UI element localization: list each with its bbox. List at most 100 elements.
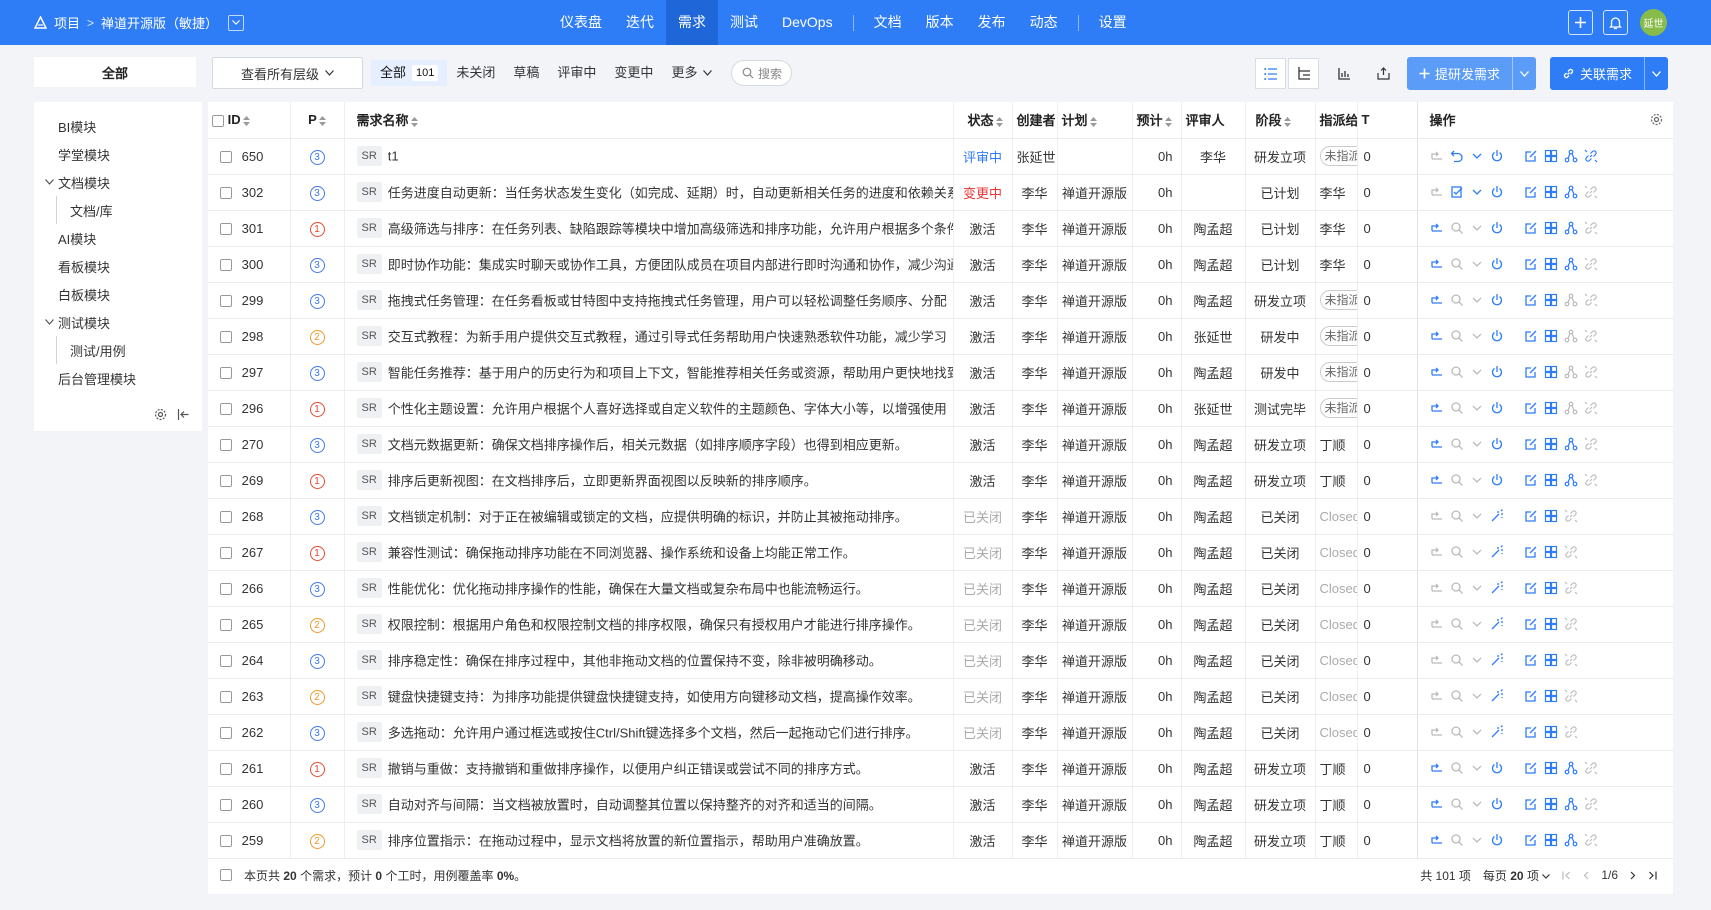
row-id[interactable]: 264 xyxy=(242,653,264,668)
unlink-icon[interactable] xyxy=(1584,473,1598,487)
copy-icon[interactable] xyxy=(1544,221,1558,235)
assigned-to[interactable]: 李华 xyxy=(1320,258,1346,273)
change-icon[interactable] xyxy=(1430,149,1444,163)
unlink-icon[interactable] xyxy=(1564,689,1578,703)
assigned-to[interactable]: 李华 xyxy=(1320,186,1346,201)
edit-icon[interactable] xyxy=(1524,257,1538,271)
create-button[interactable] xyxy=(1568,10,1593,35)
chevron-down-icon[interactable] xyxy=(1470,509,1484,523)
table-row[interactable]: 263 2 SR 键盘快捷键支持：为排序功能提供键盘快捷键支持，如使用方向键移动文档，… xyxy=(208,678,1673,715)
table-row[interactable]: 259 2 SR 排序位置指示：在拖动过程中，显示文档将放置的新位置指示，帮助用户准确… xyxy=(208,822,1673,859)
copy-icon[interactable] xyxy=(1544,437,1558,451)
chevron-down-icon[interactable] xyxy=(1470,149,1484,163)
chevron-down-icon[interactable] xyxy=(1470,725,1484,739)
power-icon[interactable] xyxy=(1490,833,1504,847)
sidebar-item[interactable]: 文档模块 xyxy=(34,168,202,196)
change-icon[interactable] xyxy=(1430,689,1444,703)
nav-dynamic[interactable]: 动态 xyxy=(1018,0,1070,45)
unlink-icon[interactable] xyxy=(1584,401,1598,415)
split-icon[interactable] xyxy=(1564,797,1578,811)
change-icon[interactable] xyxy=(1430,257,1444,271)
change-icon[interactable] xyxy=(1430,473,1444,487)
row-id[interactable]: 297 xyxy=(242,365,264,380)
col-assigned[interactable]: 指派给 xyxy=(1315,102,1358,139)
search-icon[interactable] xyxy=(1450,221,1464,235)
magic-icon[interactable] xyxy=(1490,653,1504,667)
search-icon[interactable] xyxy=(1450,761,1464,775)
requirement-title-link[interactable]: 撤销与重做：支持撤销和重做排序操作，以便用户纠正错误或尝试不同的排序方式。 xyxy=(388,762,869,777)
unlink-icon[interactable] xyxy=(1584,257,1598,271)
change-icon[interactable] xyxy=(1430,761,1444,775)
link-requirement-button[interactable]: 关联需求 xyxy=(1550,57,1644,90)
requirement-title-link[interactable]: 智能任务推荐：基于用户的历史行为和项目上下文，智能推荐相关任务或资源，帮助用户更… xyxy=(388,366,952,381)
table-row[interactable]: 296 1 SR 个性化主题设置：允许用户根据个人喜好选择或自定义软件的主题颜色、字体… xyxy=(208,390,1673,427)
tab-reviewing[interactable]: 评审中 xyxy=(548,60,605,86)
edit-icon[interactable] xyxy=(1524,365,1538,379)
requirement-title-link[interactable]: 即时协作功能：集成实时聊天或协作工具，方便团队成员在项目内部进行即时沟通和协作，… xyxy=(388,258,952,273)
row-checkbox[interactable] xyxy=(220,295,232,308)
requirement-title-link[interactable]: 性能优化：优化拖动排序操作的性能，确保在大量文档或复杂布局中也能流畅运行。 xyxy=(388,582,869,597)
unlink-icon[interactable] xyxy=(1584,833,1598,847)
edit-icon[interactable] xyxy=(1524,617,1538,631)
copy-icon[interactable] xyxy=(1544,473,1558,487)
copy-icon[interactable] xyxy=(1544,257,1558,271)
sidebar-settings-button[interactable] xyxy=(154,408,167,421)
list-view-button[interactable] xyxy=(1255,58,1286,89)
power-icon[interactable] xyxy=(1490,365,1504,379)
edit-icon[interactable] xyxy=(1524,833,1538,847)
requirement-title-link[interactable]: 排序稳定性：确保在排序过程中，其他非拖动文档的位置保持不变，除非被明确移动。 xyxy=(388,654,882,669)
split-icon[interactable] xyxy=(1564,329,1578,343)
nav-requirements[interactable]: 需求 xyxy=(666,0,718,45)
assigned-to[interactable]: 丁顺 xyxy=(1320,798,1346,813)
sidebar-item[interactable]: 白板模块 xyxy=(34,280,202,308)
project-label[interactable]: 项目 xyxy=(54,13,80,32)
split-icon[interactable] xyxy=(1564,365,1578,379)
unlink-icon[interactable] xyxy=(1564,725,1578,739)
change-icon[interactable] xyxy=(1430,185,1444,199)
power-icon[interactable] xyxy=(1490,473,1504,487)
row-id[interactable]: 650 xyxy=(242,149,264,164)
power-icon[interactable] xyxy=(1490,437,1504,451)
table-row[interactable]: 260 3 SR 自动对齐与间隔：当文档被放置时，自动调整其位置以保持整齐的对齐和适当… xyxy=(208,786,1673,823)
copy-icon[interactable] xyxy=(1544,617,1558,631)
table-row[interactable]: 269 1 SR 排序后更新视图：在文档排序后，立即更新界面视图以反映新的排序顺序。 激… xyxy=(208,462,1673,499)
edit-icon[interactable] xyxy=(1524,509,1538,523)
row-id[interactable]: 301 xyxy=(242,221,264,236)
search-icon[interactable] xyxy=(1450,725,1464,739)
chevron-down-icon[interactable] xyxy=(1470,293,1484,307)
power-icon[interactable] xyxy=(1490,221,1504,235)
row-checkbox[interactable] xyxy=(220,727,232,740)
change-icon[interactable] xyxy=(1430,365,1444,379)
power-icon[interactable] xyxy=(1490,149,1504,163)
user-avatar[interactable]: 延世 xyxy=(1640,9,1667,36)
row-checkbox[interactable] xyxy=(220,439,232,452)
col-estimate[interactable]: 预计 xyxy=(1132,102,1182,139)
row-id[interactable]: 300 xyxy=(242,257,264,272)
create-requirement-button[interactable]: 提研发需求 xyxy=(1407,57,1512,90)
nav-test[interactable]: 测试 xyxy=(718,0,770,45)
col-reviewer[interactable]: 评审人 xyxy=(1181,102,1246,139)
power-icon[interactable] xyxy=(1490,329,1504,343)
row-checkbox[interactable] xyxy=(220,151,232,164)
create-requirement-dropdown[interactable] xyxy=(1512,57,1536,90)
search-icon[interactable] xyxy=(1450,545,1464,559)
split-icon[interactable] xyxy=(1564,761,1578,775)
magic-icon[interactable] xyxy=(1490,581,1504,595)
unlink-icon[interactable] xyxy=(1584,185,1598,199)
unlink-icon[interactable] xyxy=(1564,509,1578,523)
row-checkbox[interactable] xyxy=(220,367,232,380)
unlink-icon[interactable] xyxy=(1584,293,1598,307)
sidebar-item[interactable]: 文档/库 xyxy=(34,196,202,224)
row-id[interactable]: 259 xyxy=(242,833,264,848)
edit-icon[interactable] xyxy=(1524,221,1538,235)
unlink-icon[interactable] xyxy=(1584,797,1598,811)
search-icon[interactable] xyxy=(1450,581,1464,595)
sidebar-item[interactable]: 后台管理模块 xyxy=(34,364,202,392)
chevron-down-icon[interactable] xyxy=(44,317,54,327)
row-id[interactable]: 261 xyxy=(242,761,264,776)
row-id[interactable]: 298 xyxy=(242,329,264,344)
requirement-title-link[interactable]: 键盘快捷键支持：为排序功能提供键盘快捷键支持，如使用方向键移动文档，提高操作效率… xyxy=(388,690,921,705)
edit-icon[interactable] xyxy=(1524,437,1538,451)
prev-page-button[interactable] xyxy=(1583,871,1589,880)
sidebar-item[interactable]: 学堂模块 xyxy=(34,140,202,168)
